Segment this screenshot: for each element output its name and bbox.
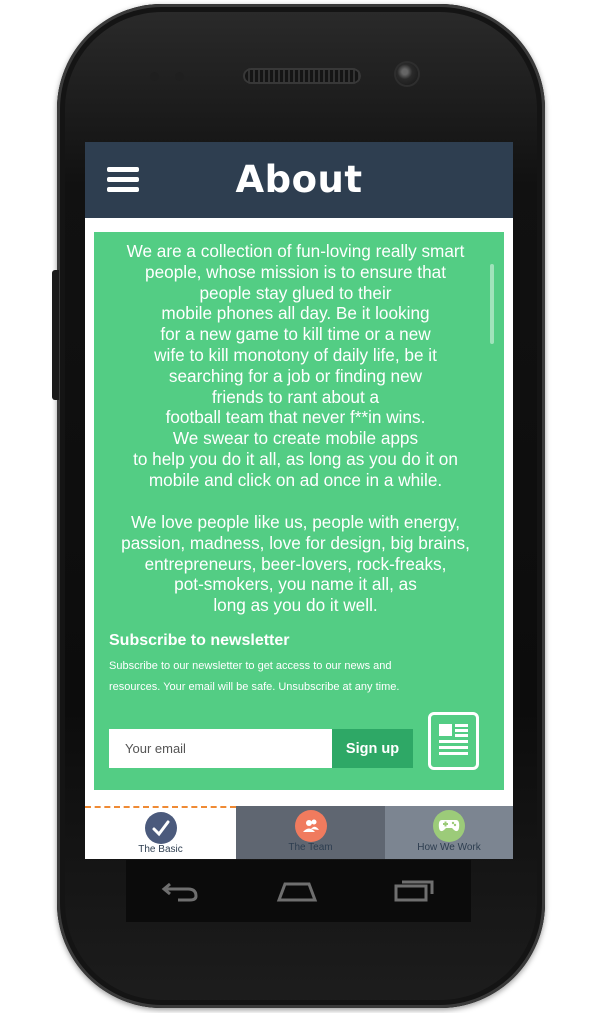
tab-label: How We Work [417, 842, 481, 853]
tab-how-we-work[interactable]: How We Work [385, 806, 513, 859]
signup-button[interactable]: Sign up [332, 729, 413, 768]
bottom-tab-bar: The Basic The Team How We Work [85, 806, 513, 859]
tab-the-basic[interactable]: The Basic [85, 806, 236, 859]
page-title: About [235, 158, 363, 201]
gamepad-icon [433, 810, 465, 842]
team-icon [294, 810, 327, 842]
about-content: We are a collection of fun-loving really… [94, 232, 504, 790]
proximity-sensor [150, 72, 159, 81]
about-paragraph-2: We love people like us, people with ener… [121, 512, 470, 616]
newspaper-icon [428, 712, 479, 770]
recents-icon[interactable] [392, 876, 436, 904]
light-sensor [175, 72, 184, 81]
front-camera [396, 63, 418, 85]
newsletter-title: Subscribe to newsletter [109, 632, 290, 649]
tab-label: The Basic [138, 844, 183, 855]
app-bar: About [85, 142, 513, 218]
tab-the-team[interactable]: The Team [236, 806, 385, 859]
tab-label: The Team [288, 842, 333, 853]
home-icon[interactable] [275, 876, 319, 904]
back-icon[interactable] [158, 876, 202, 904]
checkmark-icon [144, 812, 177, 844]
newsletter-description: Subscribe to our newsletter to get acces… [109, 660, 400, 693]
earpiece-speaker [243, 68, 361, 84]
email-input[interactable] [109, 729, 332, 768]
volume-button [52, 270, 59, 400]
about-paragraph-1: We are a collection of fun-loving really… [126, 241, 465, 490]
phone-screen: About We are a collection of fun-loving … [85, 142, 513, 859]
